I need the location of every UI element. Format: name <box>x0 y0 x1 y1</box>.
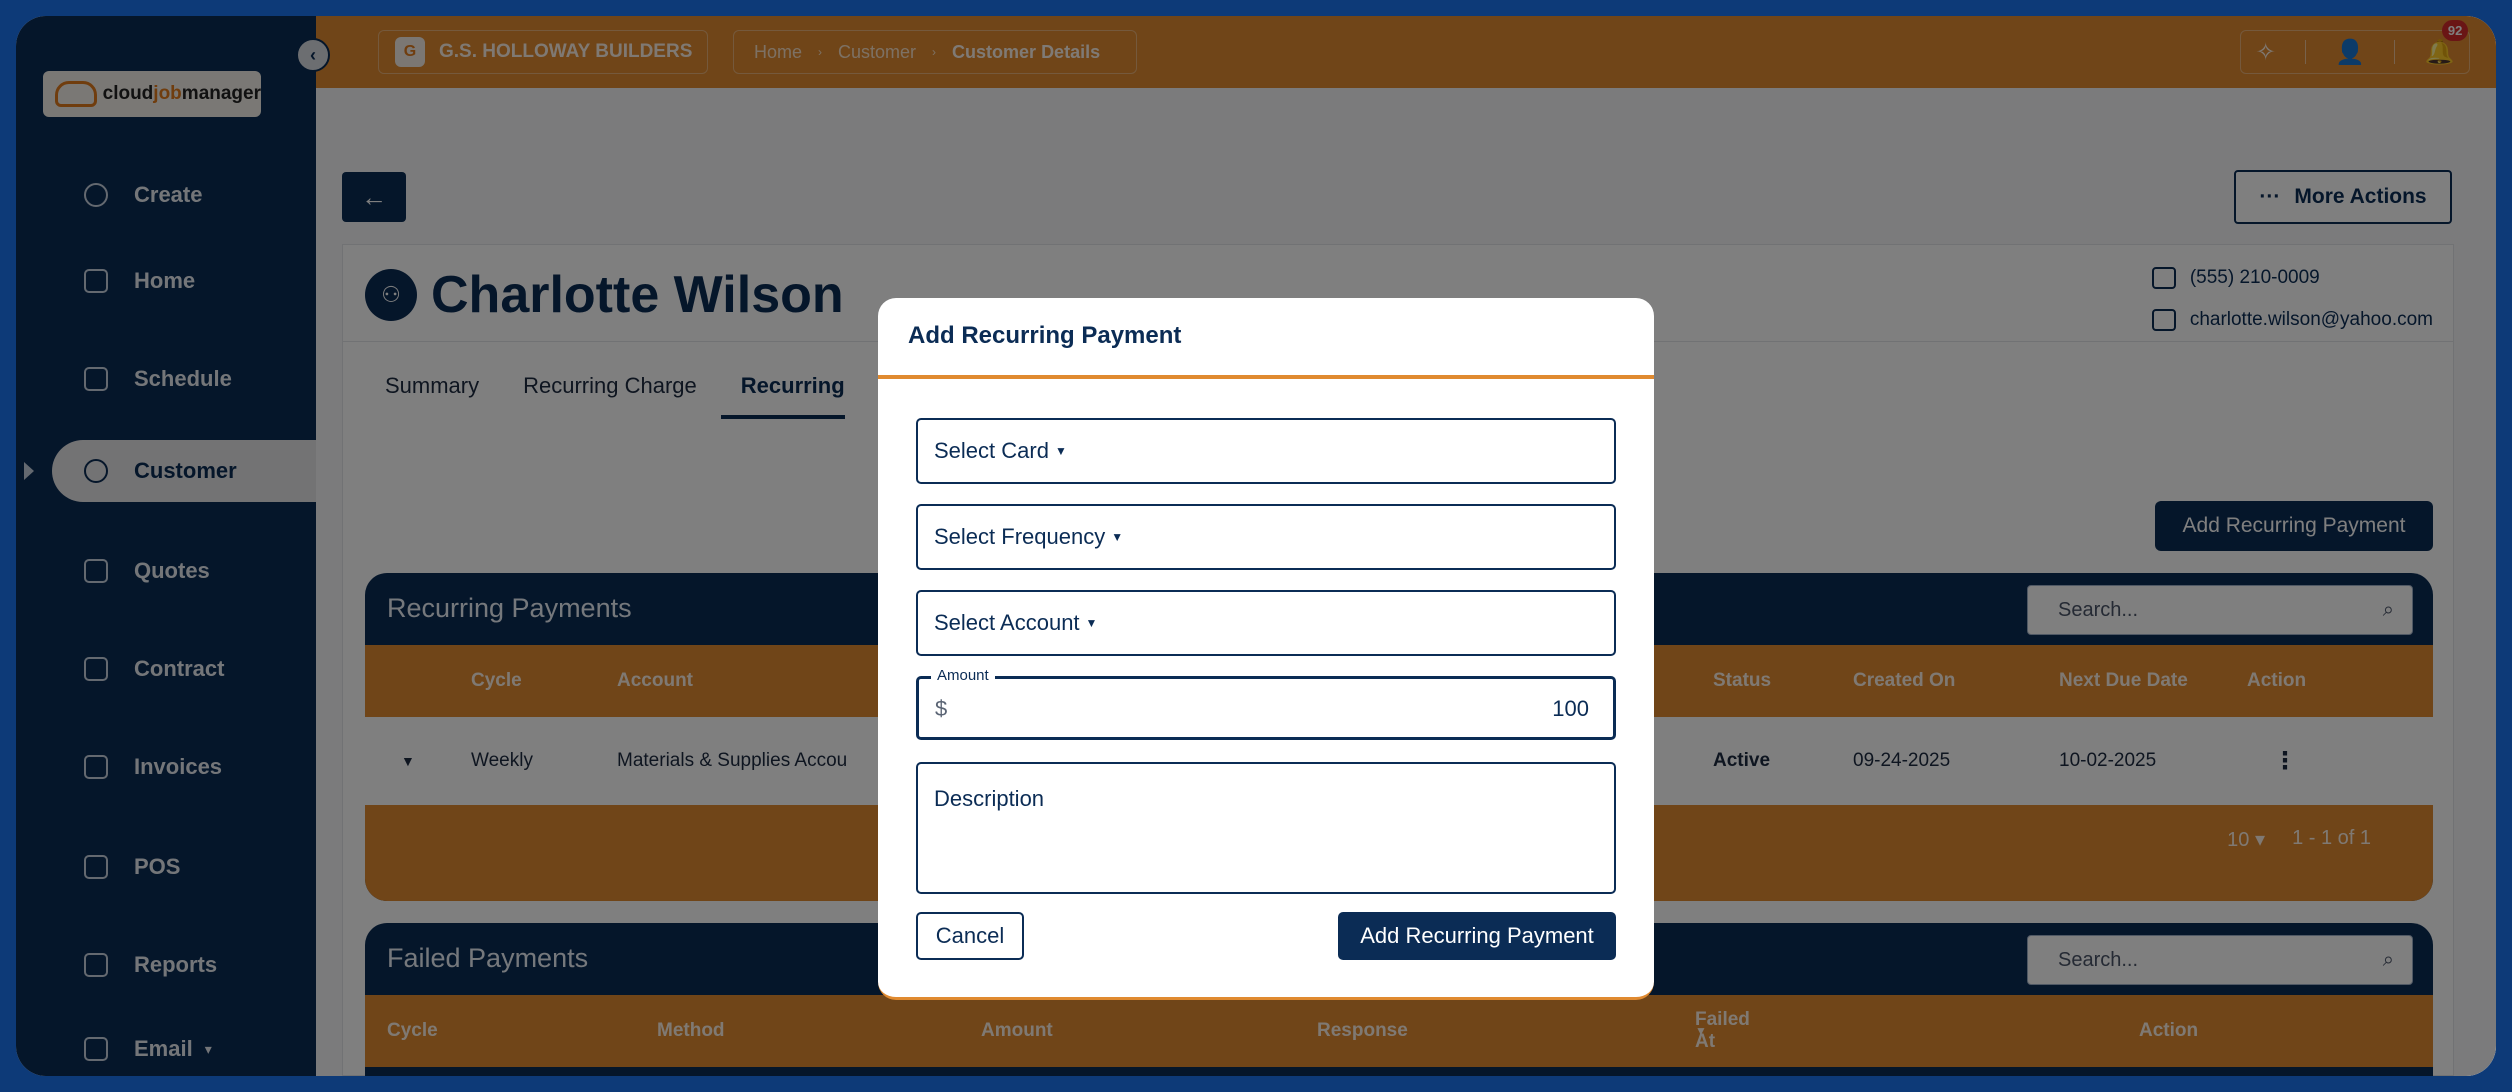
modal-title: Add Recurring Payment <box>908 322 1182 349</box>
caret-down-icon: ▼ <box>1054 444 1067 458</box>
submit-recurring-payment-button[interactable]: Add Recurring Payment <box>1338 912 1616 960</box>
app-window: cloudjobmanager Create Home Schedule Cus… <box>16 16 2496 1076</box>
select-frequency-label: Select Frequency <box>934 524 1106 549</box>
divider <box>878 375 1654 379</box>
select-card-label: Select Card <box>934 438 1049 463</box>
caret-down-icon: ▼ <box>1111 530 1124 544</box>
select-frequency-dropdown[interactable]: Select Frequency ▼ <box>916 504 1616 570</box>
amount-label: Amount <box>931 667 995 684</box>
select-account-label: Select Account <box>934 610 1080 635</box>
select-card-dropdown[interactable]: Select Card ▼ <box>916 418 1616 484</box>
description-field[interactable] <box>916 762 1616 894</box>
select-account-dropdown[interactable]: Select Account ▼ <box>916 590 1616 656</box>
currency-prefix: $ <box>935 696 948 721</box>
amount-field: Amount $ <box>916 667 1616 740</box>
add-recurring-payment-modal: Add Recurring Payment Select Card ▼ Sele… <box>878 298 1654 1000</box>
cancel-button[interactable]: Cancel <box>916 912 1024 960</box>
caret-down-icon: ▼ <box>1085 616 1098 630</box>
amount-input[interactable] <box>959 691 1589 727</box>
